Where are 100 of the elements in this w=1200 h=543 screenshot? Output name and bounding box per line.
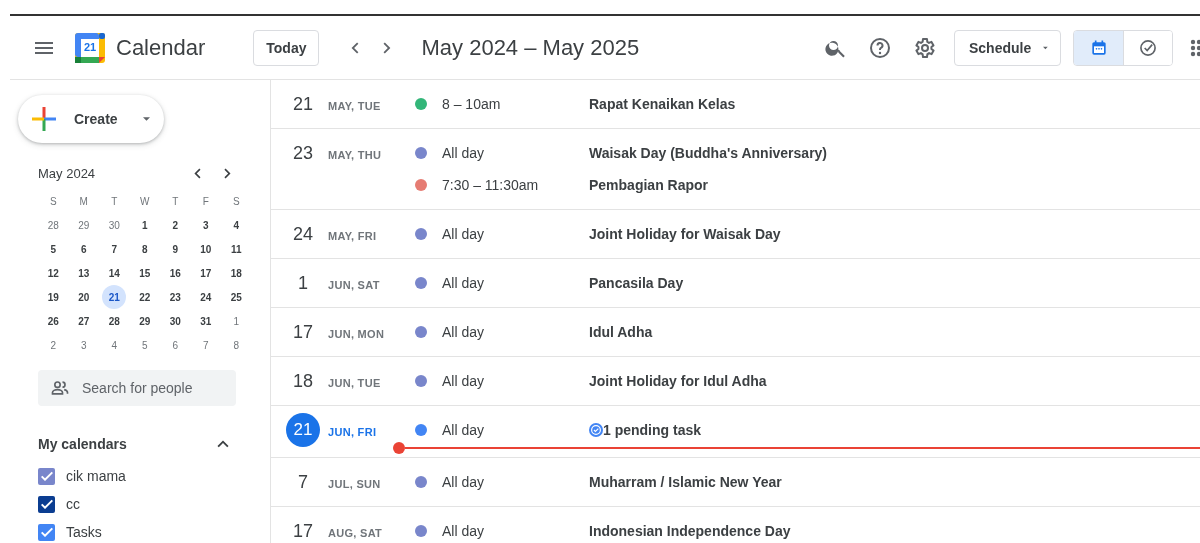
day-number[interactable]: 18 [283, 365, 323, 397]
date-range-title: May 2024 – May 2025 [421, 34, 640, 61]
calendar-checkbox[interactable] [38, 523, 55, 541]
view-dropdown[interactable]: Schedule [954, 29, 1061, 66]
day-label: MAY, THU [328, 148, 382, 161]
date-button[interactable]: 12 [41, 261, 66, 285]
date-button[interactable]: 4 [224, 213, 249, 237]
date-button[interactable]: 18 [224, 261, 249, 285]
search-people-field[interactable]: Search for people [38, 370, 236, 406]
check-icon [40, 471, 53, 481]
day-label: JUN, SAT [328, 278, 380, 291]
date-button[interactable]: 4 [102, 333, 127, 357]
calendar-name: cc [66, 496, 80, 512]
day-number[interactable]: 23 [283, 137, 323, 169]
date-button[interactable]: 3 [71, 333, 96, 357]
date-button[interactable]: 19 [41, 285, 66, 309]
date-button[interactable]: 27 [71, 309, 96, 333]
event-title[interactable]: Indonesian Independence Day [589, 523, 791, 539]
event-time: All day [442, 373, 486, 389]
mini-calendar-month: May 2024 [38, 165, 97, 181]
calendar-view-button[interactable] [1074, 30, 1123, 65]
day-label: JUN, TUE [328, 376, 381, 389]
calendar-checkbox[interactable] [38, 495, 55, 513]
calendar-name: cik mama [66, 468, 126, 484]
today-button[interactable]: Today [253, 29, 320, 66]
event-time: All day [442, 226, 486, 242]
apps-icon[interactable] [1190, 37, 1200, 58]
day-number[interactable]: 21 [283, 88, 323, 120]
event-time: 7:30 – 11:30am [442, 177, 540, 193]
date-button[interactable]: 9 [163, 237, 188, 261]
tasks-view-button[interactable] [1123, 30, 1172, 65]
date-button[interactable]: 15 [132, 261, 157, 285]
date-button[interactable]: 24 [193, 285, 218, 309]
event-title[interactable]: Idul Adha [589, 324, 653, 340]
date-button[interactable]: 29 [132, 309, 157, 333]
event-title[interactable]: Muharram / Islamic New Year [589, 474, 782, 490]
event-title[interactable]: Joint Holiday for Waisak Day [589, 226, 781, 242]
date-button[interactable]: 22 [132, 285, 157, 309]
event-title[interactable]: 1 pending task [589, 422, 702, 438]
check-icon [40, 527, 53, 537]
event-title[interactable]: Pembagian Rapor [589, 177, 709, 193]
date-button[interactable]: 21 [102, 285, 127, 309]
date-button[interactable]: 28 [41, 213, 66, 237]
date-button[interactable]: 10 [193, 237, 218, 261]
today-date-badge[interactable]: 21 [286, 413, 320, 447]
day-label: JUN, FRI [328, 425, 377, 438]
day-number[interactable]: 1 [283, 267, 323, 299]
calendar-checkbox[interactable] [38, 467, 55, 485]
date-button[interactable]: 2 [41, 333, 66, 357]
date-button[interactable]: 7 [102, 237, 127, 261]
date-button[interactable]: 17 [193, 261, 218, 285]
create-button[interactable]: Create [18, 95, 164, 143]
date-button[interactable]: 31 [193, 309, 218, 333]
weekday-label: S [231, 194, 241, 209]
date-button[interactable]: 5 [132, 333, 157, 357]
calendar-name: Tasks [66, 524, 102, 540]
task-check-icon [589, 423, 603, 437]
event-title[interactable]: Rapat Kenaikan Kelas [589, 96, 736, 112]
day-number[interactable]: 17 [283, 515, 323, 543]
date-button[interactable]: 20 [71, 285, 96, 309]
plus-icon [32, 107, 56, 131]
date-button[interactable]: 7 [193, 333, 218, 357]
event-title[interactable]: Joint Holiday for Idul Adha [589, 373, 767, 389]
date-button[interactable]: 1 [224, 309, 249, 333]
date-button[interactable]: 1 [132, 213, 157, 237]
weekday-label: T [110, 194, 119, 209]
date-button[interactable]: 28 [102, 309, 127, 333]
section-heading: My calendars [38, 436, 128, 452]
date-button[interactable]: 16 [163, 261, 188, 285]
event-time: All day [442, 523, 486, 539]
day-number[interactable]: 24 [283, 218, 323, 250]
chevron-left-icon [351, 41, 360, 54]
date-button[interactable]: 8 [132, 237, 157, 261]
date-button[interactable]: 29 [71, 213, 96, 237]
date-button[interactable]: 23 [163, 285, 188, 309]
weekday-label: W [139, 194, 151, 209]
day-number[interactable]: 7 [283, 466, 323, 498]
date-button[interactable]: 26 [41, 309, 66, 333]
event-title[interactable]: Pancasila Day [589, 275, 684, 291]
date-button[interactable]: 13 [71, 261, 96, 285]
date-button[interactable]: 2 [163, 213, 188, 237]
date-button[interactable]: 11 [224, 237, 249, 261]
check-circle-icon [1138, 37, 1158, 58]
date-button[interactable]: 25 [224, 285, 249, 309]
date-button[interactable]: 3 [193, 213, 218, 237]
date-button[interactable]: 30 [163, 309, 188, 333]
settings-icon [912, 35, 936, 60]
date-button[interactable]: 14 [102, 261, 127, 285]
chevron-left-icon [193, 167, 201, 179]
event-title[interactable]: Waisak Day (Buddha's Anniversary) [589, 145, 828, 161]
date-button[interactable]: 8 [224, 333, 249, 357]
date-button[interactable]: 30 [102, 213, 127, 237]
caret-down-icon [1043, 45, 1048, 50]
event-time: All day [442, 275, 486, 291]
day-label: JUL, SUN [328, 477, 381, 490]
day-number[interactable]: 17 [283, 316, 323, 348]
date-button[interactable]: 5 [41, 237, 66, 261]
calendar-logo[interactable]: 21 [74, 31, 106, 64]
date-button[interactable]: 6 [71, 237, 96, 261]
date-button[interactable]: 6 [163, 333, 188, 357]
